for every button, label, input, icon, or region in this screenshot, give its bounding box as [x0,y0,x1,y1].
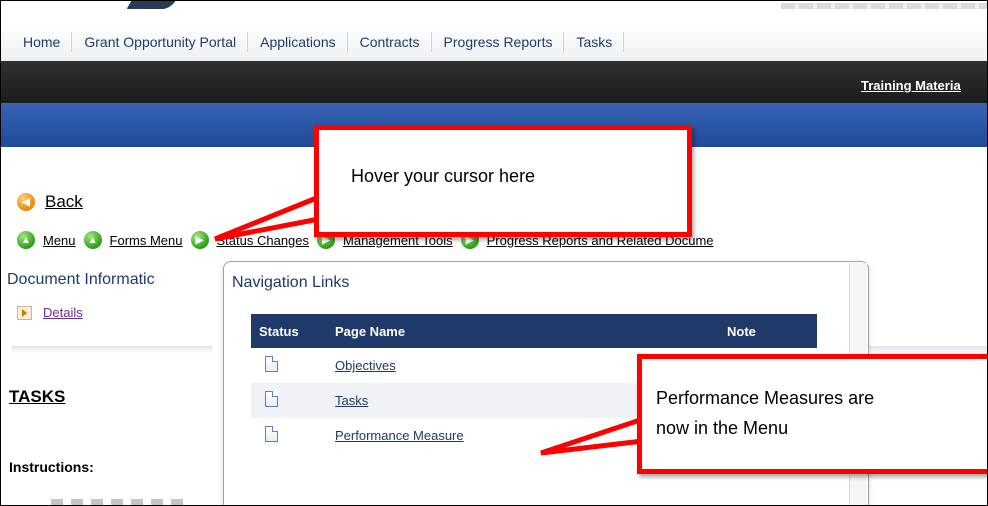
dark-header-bar: Training Materia [1,61,987,103]
left-separator [11,346,213,354]
document-icon [265,426,278,442]
back-link[interactable]: Back [45,192,83,212]
tasks-heading: TASKS [9,387,66,406]
callout-1-text: Hover your cursor here [351,166,536,186]
hover-cursor-callout: Hover your cursor here [314,125,692,237]
training-materials-link[interactable]: Training Materia [861,78,961,93]
menu-link[interactable]: Menu [43,233,76,248]
tab-applications[interactable]: Applications [248,32,348,52]
status-changes-icon: ▶ [190,231,209,249]
tab-home[interactable]: Home [1,32,73,52]
expand-arrow-icon[interactable] [17,305,32,320]
back-arrow-icon[interactable]: ◀ [17,193,35,211]
back-row: ◀ Back [17,192,83,212]
tab-grant-opportunity-portal[interactable]: Grant Opportunity Portal [72,32,249,52]
document-information-title: Document Informatic [7,271,155,288]
tasks-link[interactable]: Tasks [335,393,368,408]
document-icon [265,391,278,407]
details-row: Details [17,305,83,320]
callout-2-line-1: Performance Measures are [656,388,875,408]
column-header-status: Status [251,314,327,348]
status-changes-link[interactable]: Status Changes [217,233,310,248]
popup-title: Navigation Links [232,274,350,291]
column-header-page-name: Page Name [327,314,719,348]
callout-2-line-2: now in the Menu [656,418,789,438]
column-header-note: Note [719,314,817,348]
forms-menu-icon: ▲ [83,231,102,249]
menu-icon: ▲ [17,231,35,249]
performance-measures-callout: Performance Measures are now in the Menu [637,354,987,474]
details-link[interactable]: Details [43,305,83,320]
tab-contracts[interactable]: Contracts [348,32,432,52]
page-frame: Home Grant Opportunity Portal Applicatio… [0,0,988,506]
cut-off-text [51,499,191,505]
performance-measure-link[interactable]: Performance Measure [335,428,464,443]
tab-progress-reports[interactable]: Progress Reports [432,32,565,52]
top-nav-tabs: Home Grant Opportunity Portal Applicatio… [1,23,987,61]
table-header-row: Status Page Name Note [251,314,817,348]
document-icon [265,356,278,372]
header-faint-text [781,3,987,9]
forms-menu-link[interactable]: Forms Menu [110,233,183,248]
objectives-link[interactable]: Objectives [335,358,396,373]
logo-image [126,1,176,9]
instructions-label: Instructions: [9,459,94,475]
tab-tasks[interactable]: Tasks [564,32,625,52]
